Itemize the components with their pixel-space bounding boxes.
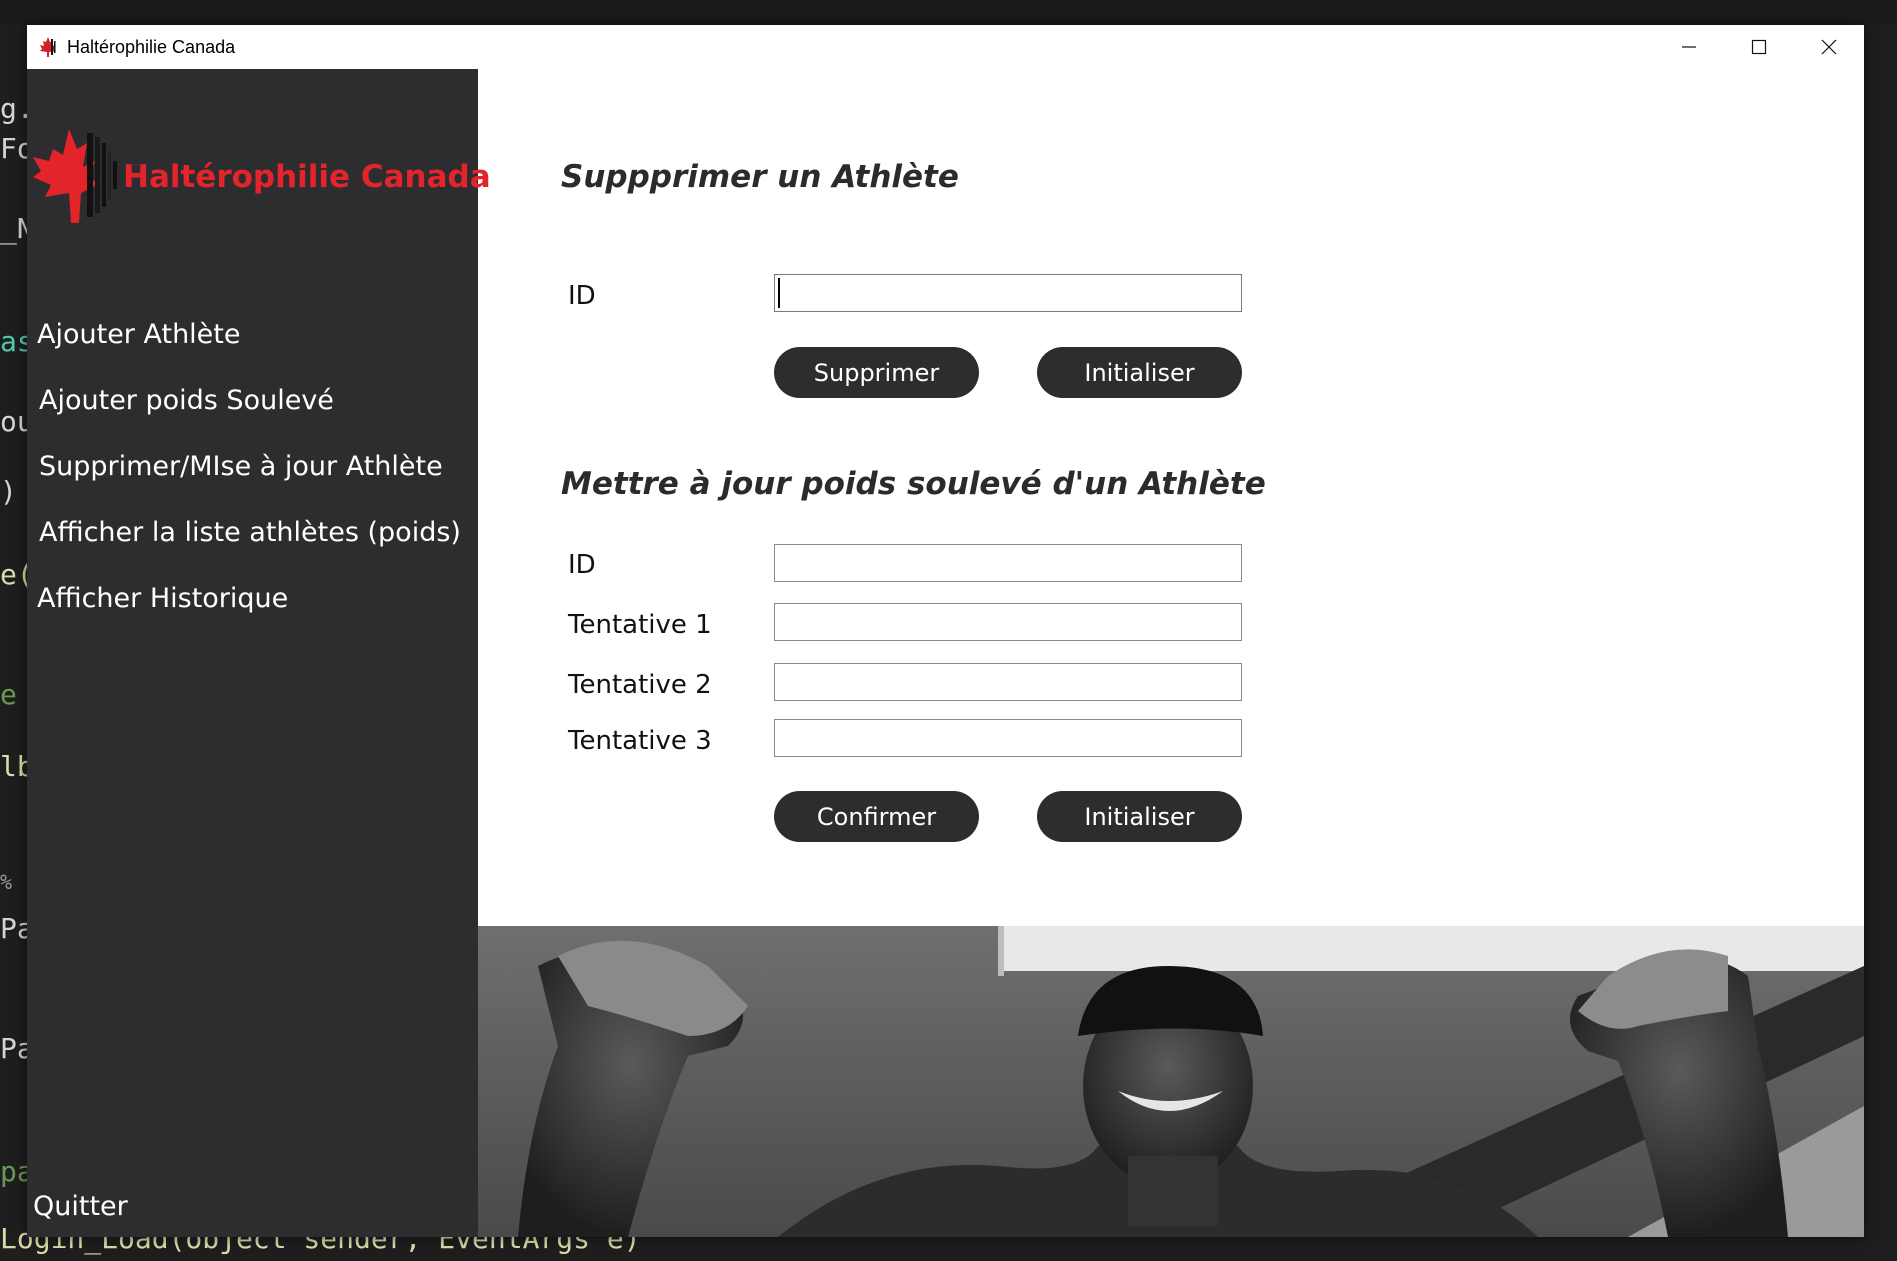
main-panel: Suppprimer un Athlète ID Supprimer Initi… (478, 69, 1864, 1237)
minimize-icon (1682, 46, 1696, 48)
code-fragment: % (0, 870, 13, 894)
nav-add-lifted-weight[interactable]: Ajouter poids Soulevé (39, 385, 334, 416)
delete-id-label: ID (568, 281, 596, 311)
attempt2-input[interactable] (774, 663, 1242, 701)
update-id-label: ID (568, 550, 596, 580)
sidebar: Haltérophilie Canada Ajouter Athlète Ajo… (27, 69, 491, 1237)
attempt3-label: Tentative 3 (568, 726, 712, 756)
nav-add-athlete[interactable]: Ajouter Athlète (37, 319, 241, 350)
maple-leaf-icon (40, 37, 56, 57)
minimize-button[interactable] (1654, 25, 1724, 69)
text-caret (778, 278, 780, 308)
delete-id-input[interactable] (774, 274, 1242, 312)
delete-button[interactable]: Supprimer (774, 347, 979, 398)
code-fragment: ) (0, 475, 17, 508)
desktop-top-strip (0, 0, 1897, 25)
nav-athlete-list[interactable]: Afficher la liste athlètes (poids) (39, 517, 461, 548)
confirm-button[interactable]: Confirmer (774, 791, 979, 842)
update-id-input[interactable] (774, 544, 1242, 582)
attempt3-input[interactable] (774, 719, 1242, 757)
attempt2-label: Tentative 2 (568, 670, 712, 700)
attempt1-input[interactable] (774, 603, 1242, 641)
title-bar[interactable]: Haltérophilie Canada (27, 25, 1864, 69)
attempt1-label: Tentative 1 (568, 610, 712, 640)
window-title: Haltérophilie Canada (67, 37, 236, 57)
maximize-button[interactable] (1724, 25, 1794, 69)
update-reset-button[interactable]: Initialiser (1037, 791, 1242, 842)
weightlifter-photo-illustration (478, 926, 1864, 1237)
nav-history[interactable]: Afficher Historique (37, 583, 288, 614)
nav-delete-update-athlete[interactable]: Supprimer/MIse à jour Athlète (39, 451, 443, 482)
maple-leaf-barbell-logo (33, 129, 117, 223)
delete-reset-button[interactable]: Initialiser (1037, 347, 1242, 398)
close-icon (1821, 39, 1837, 55)
brand-title: Haltérophilie Canada (123, 159, 491, 195)
close-button[interactable] (1794, 25, 1864, 69)
quit-button[interactable]: Quitter (33, 1191, 128, 1222)
code-fragment: e (0, 678, 17, 711)
delete-section-title: Suppprimer un Athlète (561, 159, 959, 195)
weightlifter-flexing-photo (478, 926, 1864, 1237)
maximize-icon (1751, 39, 1767, 55)
app-window: Haltérophilie Canada Haltérophilie Canad… (27, 25, 1864, 1237)
update-section-title: Mettre à jour poids soulevé d'un Athlète (561, 466, 1266, 502)
